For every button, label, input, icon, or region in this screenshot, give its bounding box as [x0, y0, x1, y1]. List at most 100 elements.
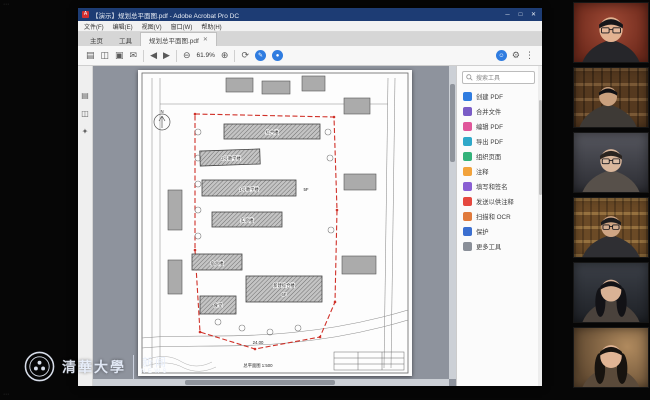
- email-icon[interactable]: ✉: [130, 51, 138, 60]
- zoom-out-icon[interactable]: ⊖: [183, 51, 191, 60]
- tool-item[interactable]: 导出 PDF: [457, 134, 542, 149]
- more-options-icon[interactable]: ⋮: [525, 51, 534, 60]
- tool-item-label: 更多工具: [476, 242, 501, 251]
- svg-text:2号教学楼: 2号教学楼: [221, 155, 241, 162]
- save-icon[interactable]: ◫: [101, 51, 110, 60]
- meeting-stage: ⋯ ⋯ A 【演示】规划总平面图.pdf - Adobe Acrobat Pro…: [0, 0, 650, 400]
- tool-item-label: 注释: [476, 167, 489, 176]
- tab-document[interactable]: 规划总平面图.pdf ✕: [140, 32, 217, 46]
- person-silhouette: [574, 133, 648, 192]
- tool-item[interactable]: 组织页面: [457, 149, 542, 164]
- tab-home[interactable]: 主页: [82, 32, 111, 46]
- page-thumbnails-icon[interactable]: ▤: [81, 92, 89, 100]
- close-button[interactable]: ✕: [527, 11, 540, 18]
- zoom-level[interactable]: 61.9%: [196, 52, 214, 59]
- annotate-pointer-button[interactable]: ✎: [255, 50, 266, 61]
- tool-icon: [463, 197, 472, 206]
- svg-text:实验楼: 实验楼: [240, 217, 254, 224]
- news-label-cn: 新闻: [142, 357, 168, 370]
- shared-pdf-window: A 【演示】规划总平面图.pdf - Adobe Acrobat Pro DC …: [78, 8, 542, 386]
- menu-view[interactable]: 视图(V): [142, 22, 162, 31]
- zoom-in-icon[interactable]: ⊕: [221, 51, 229, 60]
- maximize-button[interactable]: □: [514, 12, 527, 18]
- toolbar-separator: [234, 50, 235, 62]
- tab-document-label: 规划总平面图.pdf: [149, 35, 199, 45]
- tools-search-placeholder: 搜索工具: [476, 73, 500, 82]
- tool-item[interactable]: 创建 PDF: [457, 89, 542, 104]
- site-buildings: [192, 124, 322, 314]
- layers-icon[interactable]: ✦: [82, 128, 89, 136]
- print-icon[interactable]: ▣: [115, 51, 124, 60]
- person-silhouette: [574, 198, 648, 257]
- tool-icon: [463, 242, 472, 251]
- prev-page-icon[interactable]: ◀: [150, 51, 157, 60]
- participant-video-5[interactable]: [573, 262, 649, 323]
- open-file-icon[interactable]: ▤: [86, 51, 95, 60]
- tools-search-input[interactable]: 搜索工具: [462, 71, 535, 84]
- svg-text:6F: 6F: [281, 292, 286, 297]
- participant-video-1[interactable]: [573, 2, 649, 63]
- participant-video-2[interactable]: [573, 67, 649, 128]
- tab-close-icon[interactable]: ✕: [203, 36, 208, 43]
- tool-item-label: 组织页面: [476, 152, 501, 161]
- toolbar-separator: [176, 50, 177, 62]
- participant-video-3[interactable]: [573, 132, 649, 193]
- tool-item-label: 保护: [476, 227, 489, 236]
- tools-panel: 搜索工具 创建 PDF 合并文件 编辑 PDF: [456, 66, 542, 386]
- svg-text:新建综合楼: 新建综合楼: [273, 282, 295, 289]
- minimize-button[interactable]: ─: [501, 12, 514, 18]
- tool-item[interactable]: 合并文件: [457, 104, 542, 119]
- horizontal-scrollbar-thumb[interactable]: [185, 380, 335, 385]
- participant-video-6[interactable]: [573, 327, 649, 388]
- person-silhouette: [574, 3, 648, 62]
- news-watermark: 清華大學 新闻 NEWS: [24, 351, 169, 382]
- tool-item[interactable]: 扫描和 OCR: [457, 209, 542, 224]
- tool-item[interactable]: 注释: [457, 164, 542, 179]
- tool-item[interactable]: 保护: [457, 224, 542, 239]
- tool-item[interactable]: 编辑 PDF: [457, 119, 542, 134]
- svg-text:N: N: [160, 109, 163, 114]
- tool-icon: [463, 182, 472, 191]
- toolbar: ▤ ◫ ▣ ✉ ◀ ▶ ⊖ 61.9% ⊕ ⟳ ✎ ● ☺ ⚙ ⋮: [78, 46, 542, 66]
- participant-video-4[interactable]: [573, 197, 649, 258]
- svg-text:宿舍楼: 宿舍楼: [210, 260, 224, 267]
- left-navigation-rail: ▤ ◫ ✦: [78, 66, 93, 386]
- bookmarks-icon[interactable]: ◫: [81, 110, 89, 118]
- tab-tools[interactable]: 工具: [111, 32, 140, 46]
- tool-icon: [463, 137, 472, 146]
- next-page-icon[interactable]: ▶: [163, 51, 170, 60]
- tool-item[interactable]: 填写和签名: [457, 179, 542, 194]
- tool-icon: [463, 122, 472, 131]
- tool-item[interactable]: 更多工具: [457, 239, 542, 254]
- settings-gear-icon[interactable]: ⚙: [512, 51, 520, 60]
- tool-item[interactable]: 发送以供注释: [457, 194, 542, 209]
- north-arrow: N: [154, 109, 170, 130]
- tab-row: 主页 工具 规划总平面图.pdf ✕: [78, 32, 542, 46]
- share-button[interactable]: ☺: [496, 50, 507, 61]
- participant-video-strip: [573, 2, 649, 388]
- menu-edit[interactable]: 编辑(E): [113, 22, 133, 31]
- tool-icon: [463, 167, 472, 176]
- tool-item-label: 导出 PDF: [476, 137, 503, 146]
- tool-list: 创建 PDF 合并文件 编辑 PDF 导出 PDF 组织页面: [457, 88, 542, 386]
- tsinghua-logo: [24, 351, 55, 382]
- person-silhouette: [574, 263, 648, 322]
- menu-help[interactable]: 帮助(H): [201, 22, 221, 31]
- toolbar-separator: [143, 50, 144, 62]
- site-boundary: [193, 113, 338, 351]
- tool-icon: [463, 227, 472, 236]
- tools-panel-scrollbar-thumb[interactable]: [539, 100, 542, 195]
- menu-window[interactable]: 窗口(W): [171, 22, 193, 31]
- tool-icon: [463, 107, 472, 116]
- annotate-highlight-button[interactable]: ●: [272, 50, 283, 61]
- vertical-scrollbar-thumb[interactable]: [450, 84, 455, 162]
- tool-item-label: 发送以供注释: [476, 197, 514, 206]
- menu-bar: 文件(F) 编辑(E) 视图(V) 窗口(W) 帮助(H): [78, 21, 542, 32]
- tools-panel-scrollbar: [538, 66, 542, 386]
- menu-file[interactable]: 文件(F): [84, 22, 104, 31]
- acrobat-logo-icon: A: [82, 11, 89, 18]
- toolbar-right-group: ☺ ⚙ ⋮: [496, 50, 534, 61]
- svg-text:1号教学楼: 1号教学楼: [239, 186, 259, 193]
- rotate-icon[interactable]: ⟳: [241, 51, 249, 60]
- window-titlebar: A 【演示】规划总平面图.pdf - Adobe Acrobat Pro DC …: [78, 8, 542, 21]
